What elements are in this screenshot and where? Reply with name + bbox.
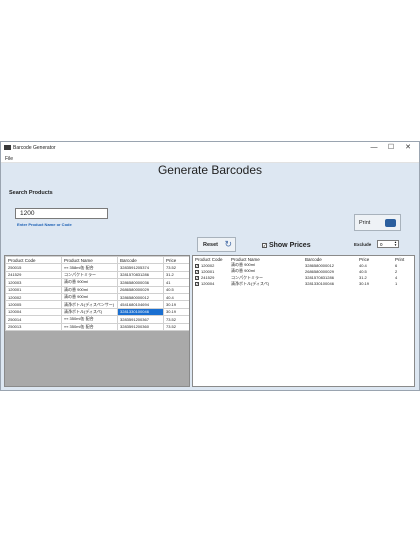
print-queue-grid[interactable]: Product Code Product Name Barcode Price Prin… [192,255,415,387]
cell-text: 120002 [201,262,215,268]
header-code[interactable]: Product Code [5,256,62,265]
cell-barcode[interactable]: 2686580000029 [117,285,164,294]
cell-text: 120004 [201,281,215,287]
cell-name[interactable]: 清浄ボトル(ディスペ) [61,307,118,317]
cell-barcode[interactable]: 3281330100046 [303,281,357,287]
cell-barcode[interactable]: 3281330100046 [117,307,164,317]
cell-price[interactable]: 30.19 [163,300,189,309]
cell-price[interactable]: 40.4 [163,292,189,302]
maximize-icon[interactable]: ☐ [384,143,398,153]
cell-code[interactable]: 120005 [5,300,62,309]
cell-barcode[interactable]: 3283591205374 [117,263,164,272]
barcode-generator-window: Barcode Generator — ☐ ✕ File Generate Ba… [0,141,420,391]
cell-price[interactable]: 73.52 [163,315,189,324]
search-hint: Enter Product Name or Code [17,222,72,227]
cell-name[interactable]: 清浄ボトル(ディスペ) [229,281,303,287]
cell-price[interactable]: 73.52 [163,322,189,331]
header-price[interactable]: Price [163,256,189,265]
print-button-label: Print [359,220,371,226]
cell-print[interactable]: 1 [393,281,414,287]
show-prices-checkbox[interactable]: ✓ [262,242,267,248]
row-checkbox[interactable]: ✓ [195,276,199,281]
table-row[interactable]: 120001 清の香 900ml 2686580000029 40.5 [5,285,189,294]
page-title: Generate Barcodes [157,163,263,177]
products-grid[interactable]: Product Code Product Name Barcode Price 250… [4,255,190,387]
minimize-icon[interactable]: — [367,143,381,153]
table-row[interactable]: 250013 «« 350ml缶 配合 3283591200360 73.52 [5,322,189,331]
cell-name[interactable]: 清の香 900ml [61,278,118,287]
cell-code[interactable]: 120004 [5,307,62,317]
table-row[interactable]: ✓ 120004 清浄ボトル(ディスペ) 3281330100046 30.19 1 [193,281,414,287]
cell-name[interactable]: 清の香 900ml [61,292,118,302]
table-row[interactable]: 120003 清の香 900ml 3286580000036 41 [5,278,189,287]
cell-price[interactable]: 40.5 [163,285,189,294]
cell-barcode[interactable]: 3281570831286 [117,270,164,280]
table-row[interactable]: 120002 清の香 900ml 3286580000012 40.4 [5,292,189,302]
cell-barcode[interactable]: 3283591200367 [117,315,164,324]
exclude-stepper[interactable]: 0 ▲ ▼ [377,240,399,248]
printer-icon [385,219,396,227]
cell-text: 120001 [201,268,215,274]
cell-text: 241529 [201,275,215,281]
cell-barcode[interactable]: 3286580000036 [117,278,164,287]
table-row[interactable]: 120005 清浄ボトル(ディスペンサー) 4541680104694 30.19 [5,300,189,309]
cell-code[interactable]: 250014 [5,315,62,324]
cell-price[interactable]: 31.2 [163,270,189,280]
show-prices-label: Show Prices [268,242,311,249]
table-row[interactable]: 250015 «« 358ml缶 配合 3283591205374 73.52 [5,263,189,272]
title-bar: Barcode Generator — ☐ ✕ [1,142,419,154]
cell-name[interactable]: 清の香 900ml [61,285,118,294]
cell-barcode[interactable]: 4541680104694 [117,300,164,309]
app-icon [4,145,11,150]
cell-price[interactable]: 30.19 [357,281,393,287]
cell-name[interactable]: 清浄ボトル(ディスペンサー) [61,300,118,309]
cell-code[interactable]: ✓ 120004 [193,281,229,287]
reset-button[interactable]: Reset ↻ [197,237,236,252]
row-checkbox[interactable]: ✓ [195,269,199,274]
search-input[interactable]: 1200 [15,208,108,219]
cell-name[interactable]: «« 350ml缶 配合 [61,322,118,331]
row-checkbox[interactable]: ✓ [195,263,199,268]
cell-code[interactable]: 250015 [5,263,62,272]
cell-code[interactable]: 120003 [5,278,62,287]
exclude-label: Exclude [354,242,372,247]
cell-name[interactable]: «« 350ml缶 配合 [61,315,118,324]
table-row[interactable]: 250014 «« 350ml缶 配合 3283591200367 73.52 [5,315,189,324]
cell-price[interactable]: 41 [163,278,189,287]
table-row[interactable]: 120004 清浄ボトル(ディスペ) 3281330100046 30.19 [5,307,189,317]
window-title: Barcode Generator [13,145,56,151]
reset-button-label: Reset [203,242,218,248]
close-icon[interactable]: ✕ [401,143,415,153]
cell-barcode[interactable]: 3283591200360 [117,322,164,331]
cell-price[interactable]: 30.19 [163,307,189,317]
stepper-arrows-icon[interactable]: ▲ ▼ [394,241,397,247]
search-label: Search Products [9,190,53,196]
cell-barcode[interactable]: 3286580000012 [117,292,164,302]
cell-name[interactable]: コンパクトミラー [61,270,118,280]
exclude-value: 0 [380,242,383,247]
cell-code[interactable]: 241529 [5,270,62,280]
row-checkbox[interactable]: ✓ [195,282,199,287]
cell-code[interactable]: 120001 [5,285,62,294]
print-button[interactable]: Print [354,214,401,231]
table-row[interactable]: 241529 コンパクトミラー 3281570831286 31.2 [5,270,189,280]
cell-code[interactable]: 120002 [5,292,62,302]
header-name[interactable]: Product Name [61,256,118,265]
cell-name[interactable]: «« 358ml缶 配合 [61,263,118,272]
menu-bar: File [1,154,419,163]
show-prices-toggle[interactable]: ✓ Show Prices [262,242,311,249]
menu-file[interactable]: File [5,156,13,162]
header-barcode[interactable]: Barcode [117,256,164,265]
cell-code[interactable]: 250013 [5,322,62,331]
refresh-icon: ↻ [224,239,232,249]
cell-price[interactable]: 73.52 [163,263,189,272]
